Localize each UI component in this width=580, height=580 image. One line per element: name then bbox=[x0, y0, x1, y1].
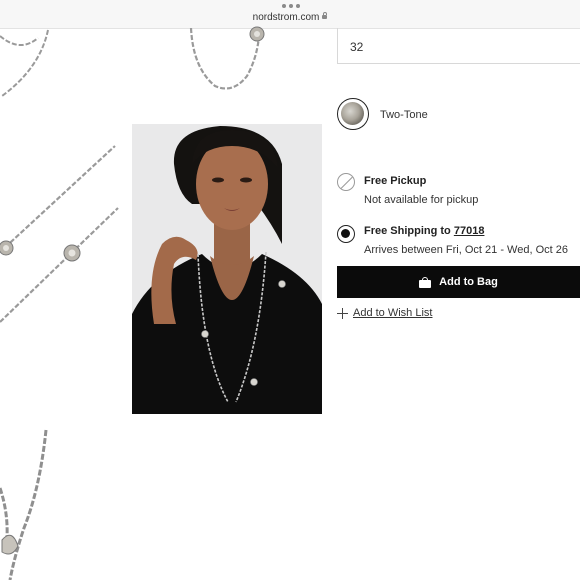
pickup-radio[interactable] bbox=[337, 173, 355, 191]
address-bar[interactable]: nordstrom.com bbox=[0, 12, 580, 23]
model-illustration bbox=[132, 124, 322, 414]
url-text: nordstrom.com bbox=[252, 12, 320, 23]
lock-icon bbox=[322, 12, 328, 19]
more-dots-icon[interactable] bbox=[282, 4, 300, 8]
color-swatch-two-tone[interactable] bbox=[337, 98, 369, 130]
shipping-arrival: Arrives between Fri, Oct 21 - Wed, Oct 2… bbox=[364, 244, 568, 256]
radio-dot bbox=[341, 229, 350, 238]
swatch-image bbox=[341, 102, 364, 125]
wishlist-label: Add to Wish List bbox=[353, 307, 433, 319]
size-selected-value: 32 bbox=[350, 40, 364, 54]
size-select[interactable]: 32 bbox=[337, 28, 580, 64]
shipping-title: Free Shipping to 77018 bbox=[364, 225, 484, 237]
pickup-title: Free Pickup bbox=[364, 175, 427, 187]
zip-code-link[interactable]: 77018 bbox=[454, 225, 485, 237]
product-image-chain-top-left[interactable] bbox=[0, 28, 60, 108]
add-to-wishlist-link[interactable]: Add to Wish List bbox=[337, 307, 432, 319]
shopping-bag-icon bbox=[419, 276, 432, 288]
plus-icon bbox=[337, 307, 348, 319]
shipping-radio[interactable] bbox=[337, 225, 355, 243]
add-to-bag-label: Add to Bag bbox=[439, 276, 498, 288]
shipping-title-text: Free Shipping to bbox=[364, 225, 454, 237]
add-to-bag-button[interactable]: Add to Bag bbox=[337, 266, 580, 298]
product-image-chain-top-center[interactable] bbox=[185, 26, 270, 98]
product-image-chain-bottom-left[interactable] bbox=[0, 428, 60, 580]
browser-topbar: nordstrom.com bbox=[0, 0, 580, 29]
product-image-chain-middle-left[interactable] bbox=[0, 140, 120, 330]
product-image-model[interactable] bbox=[132, 124, 322, 414]
pickup-status: Not available for pickup bbox=[364, 194, 479, 206]
color-label: Two-Tone bbox=[380, 109, 428, 121]
